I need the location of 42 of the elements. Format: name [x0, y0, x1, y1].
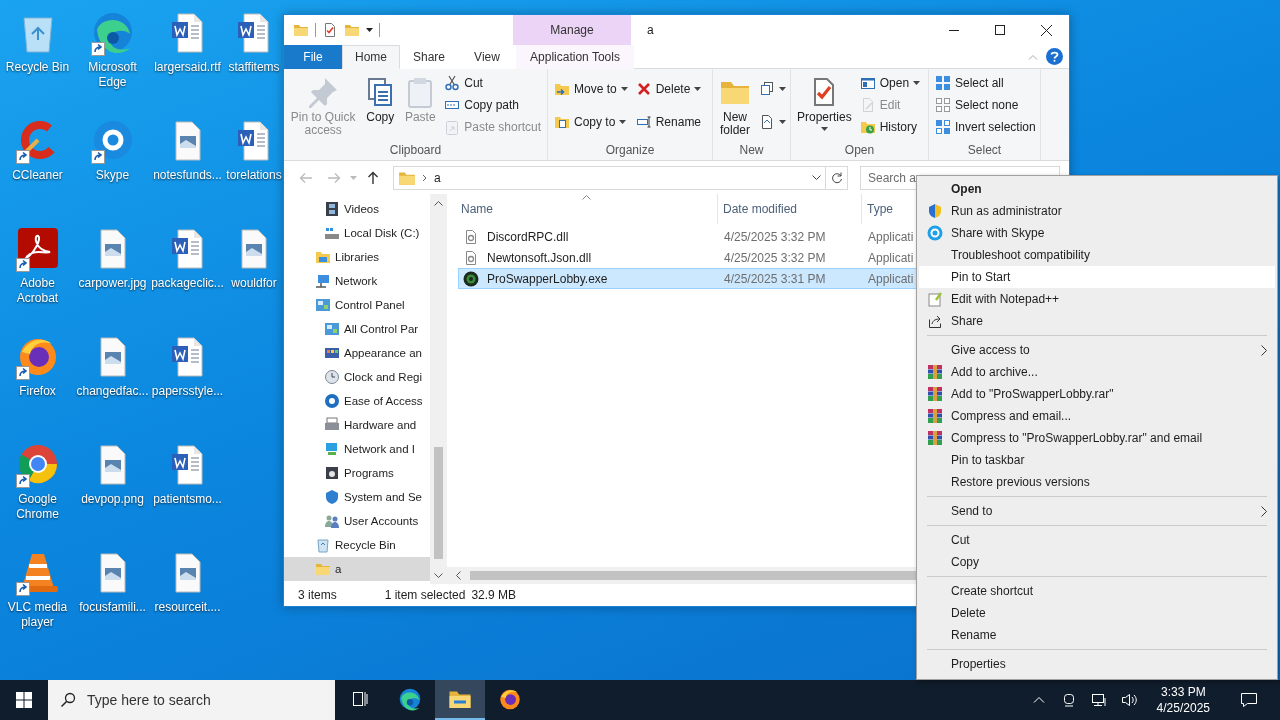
clock-time: 3:33 PM — [1160, 684, 1206, 700]
window-title: a — [646, 22, 655, 39]
desktop-icon-label: wouldfor — [231, 276, 277, 291]
selection-size: 32.9 MB — [471, 588, 517, 602]
ribbon-group-label: Select — [966, 142, 1003, 159]
desktop-icon-label: notesfunds... — [153, 168, 222, 183]
desktop-icon-label: Adobe Acrobat — [15, 276, 60, 306]
ribbon-group-label: Open — [843, 142, 876, 159]
desktop-icon-label: packageclic... — [151, 276, 224, 291]
desktop-icon-label: patientsmo... — [153, 492, 222, 507]
desktop-icon-label: Microsoft Edge — [87, 60, 138, 90]
file-name: Newtonsoft.Json.dll — [486, 250, 592, 265]
desktop-icon-label: changedfac... — [76, 384, 149, 399]
item-count: 3 items — [298, 588, 337, 602]
file-date: 4/25/2025 3:32 PM — [723, 229, 826, 244]
clock-date: 4/25/2025 — [1156, 700, 1210, 716]
selection-count: 1 item selected — [384, 588, 466, 602]
desktop-icon-label: devpop.png — [81, 492, 144, 507]
desktop-icon-label: Skype — [95, 168, 130, 183]
desktop-icon-label: CCleaner — [12, 168, 63, 183]
desktop-icon-label: largersaid.rtf — [154, 60, 221, 75]
ribbon-group-label: New — [738, 142, 765, 159]
desktop-icon-label: staffitems — [228, 60, 280, 75]
file-date: 4/25/2025 3:32 PM — [723, 250, 826, 265]
file-name: DiscordRPC.dll — [486, 229, 569, 244]
desktop-icon-label: Recycle Bin — [5, 60, 70, 75]
file-type: Applicati — [867, 250, 914, 265]
desktop-icon-label: VLC media player — [6, 600, 69, 630]
file-type: Applicati — [867, 229, 914, 244]
desktop-icon-label: torelations — [226, 168, 282, 183]
desktop-icon-label: focusfamili... — [79, 600, 146, 615]
file-name: ProSwapperLobby.exe — [486, 271, 608, 286]
desktop-icon-label: papersstyle... — [151, 384, 224, 399]
desktop-icon-label: Firefox — [19, 384, 56, 399]
file-type: Applicati — [867, 271, 914, 286]
desktop-icon-label: Google Chrome — [15, 492, 60, 522]
desktop-icon-label: resourceit.... — [154, 600, 221, 615]
file-date: 4/25/2025 3:31 PM — [723, 271, 826, 286]
ribbon-group-label: Organize — [604, 142, 656, 159]
ribbon-group-label: Clipboard — [388, 142, 443, 159]
contextual-tab-header: Manage — [513, 15, 631, 45]
desktop-icon-label: carpower.jpg — [78, 276, 147, 291]
